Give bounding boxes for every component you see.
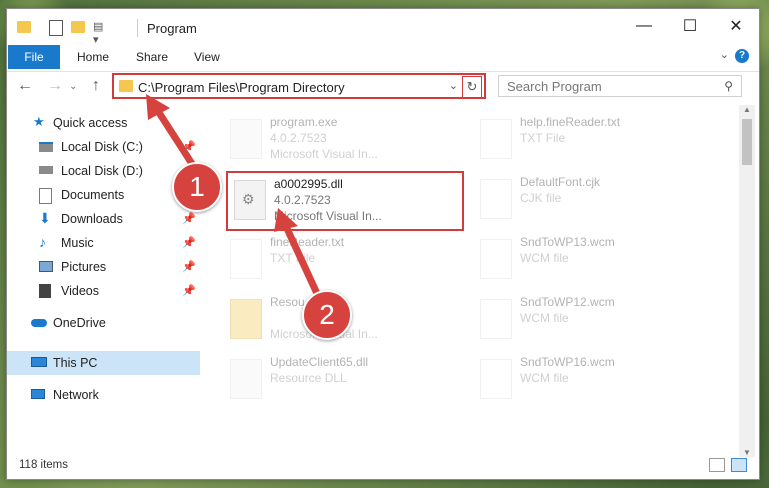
arrow-1 (153, 106, 199, 172)
arrow-2 (280, 220, 324, 302)
arrow-2-head (274, 208, 298, 232)
callout-2: 2 (302, 290, 352, 340)
callout-1: 1 (172, 162, 222, 212)
annotation-layer (146, 94, 324, 302)
